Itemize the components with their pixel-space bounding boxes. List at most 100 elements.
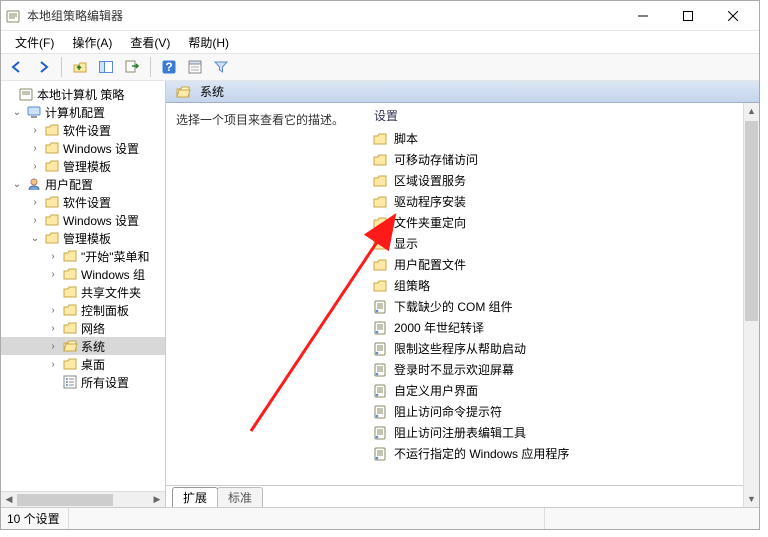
user-icon [26,176,42,192]
policy-setting-icon [372,404,388,420]
settings-column-header[interactable]: 设置 [366,103,759,128]
gpedit-app-icon [5,8,21,24]
expander-open-icon[interactable]: ⌄ [11,179,23,190]
scroll-thumb[interactable] [745,121,758,321]
menu-help[interactable]: 帮助(H) [180,32,237,53]
list-item-folder[interactable]: 脚本 [366,128,759,149]
expander-open-icon[interactable]: ⌄ [29,233,41,244]
close-button[interactable] [710,2,755,30]
details-header-title: 系统 [200,83,224,100]
scroll-left-icon[interactable]: ◀ [1,494,17,505]
back-button[interactable] [5,55,29,79]
menu-file[interactable]: 文件(F) [7,32,62,53]
scroll-track[interactable] [17,493,149,507]
filter-button[interactable] [209,55,233,79]
expander-closed-icon[interactable]: › [47,359,59,370]
scroll-right-icon[interactable]: ▶ [149,494,165,505]
list-vertical-scrollbar[interactable]: ▲ ▼ [743,103,759,507]
tree-label: 共享文件夹 [81,284,141,301]
folder-icon [62,248,78,264]
tree-control-panel[interactable]: › 控制面板 [1,301,165,319]
tree-user-config[interactable]: ⌄ 用户配置 [1,175,165,193]
expander-closed-icon[interactable]: › [29,143,41,154]
list-item-policy[interactable]: 不运行指定的 Windows 应用程序 [366,443,759,464]
up-level-button[interactable] [68,55,92,79]
properties-button[interactable] [183,55,207,79]
menubar: 文件(F) 操作(A) 查看(V) 帮助(H) [1,31,759,53]
expander-closed-icon[interactable]: › [47,341,59,352]
list-item-label: 脚本 [394,130,418,147]
list-item-policy[interactable]: 限制这些程序从帮助启动 [366,338,759,359]
expander-closed-icon[interactable]: › [29,197,41,208]
folder-icon [372,173,388,189]
tree-label: 控制面板 [81,302,129,319]
tree-cc-templates[interactable]: › 管理模板 [1,157,165,175]
list-item-label: 组策略 [394,277,430,294]
folder-icon [372,257,388,273]
tree-start-menu[interactable]: › "开始"菜单和 [1,247,165,265]
expander-closed-icon[interactable]: › [29,161,41,172]
expander-open-icon[interactable]: ⌄ [11,107,23,118]
export-list-button[interactable] [120,55,144,79]
list-item-folder[interactable]: 可移动存储访问 [366,149,759,170]
tree-all-settings[interactable]: 所有设置 [1,373,165,391]
expander-closed-icon[interactable]: › [29,215,41,226]
forward-button[interactable] [31,55,55,79]
tree-windows-components[interactable]: › Windows 组 [1,265,165,283]
tree-desktop[interactable]: › 桌面 [1,355,165,373]
list-item-folder[interactable]: 文件夹重定向 [366,212,759,233]
list-item-policy[interactable]: 阻止访问命令提示符 [366,401,759,422]
folder-icon [372,215,388,231]
window-title: 本地组策略编辑器 [27,7,620,24]
settings-list[interactable]: 设置 脚本可移动存储访问区域设置服务驱动程序安装文件夹重定向显示用户配置文件组策… [366,103,759,485]
tree-uc-windows[interactable]: › Windows 设置 [1,211,165,229]
tree-system[interactable]: › 系统 [1,337,165,355]
list-item-folder[interactable]: 显示 [366,233,759,254]
list-item-label: 不运行指定的 Windows 应用程序 [394,445,569,462]
list-item-policy[interactable]: 登录时不显示欢迎屏幕 [366,359,759,380]
menu-view[interactable]: 查看(V) [122,32,178,53]
list-item-label: 阻止访问注册表编辑工具 [394,424,526,441]
list-item-folder[interactable]: 驱动程序安装 [366,191,759,212]
scroll-up-icon[interactable]: ▲ [744,103,759,119]
scroll-down-icon[interactable]: ▼ [744,491,759,507]
titlebar: 本地组策略编辑器 [1,1,759,31]
help-button[interactable]: ? [157,55,181,79]
minimize-button[interactable] [620,2,665,30]
folder-icon [62,266,78,282]
expander-closed-icon[interactable]: › [47,305,59,316]
tree-uc-templates[interactable]: ⌄ 管理模板 [1,229,165,247]
tree-cc-software[interactable]: › 软件设置 [1,121,165,139]
scroll-thumb[interactable] [17,494,113,506]
tab-standard[interactable]: 标准 [217,487,263,507]
tree-shared-folders[interactable]: 共享文件夹 [1,283,165,301]
tree-horizontal-scrollbar[interactable]: ◀ ▶ [1,491,165,507]
show-hide-tree-button[interactable] [94,55,118,79]
expander-closed-icon[interactable]: › [47,323,59,334]
list-item-policy[interactable]: 2000 年世纪转译 [366,317,759,338]
tree-label: 本地计算机 策略 [37,86,124,103]
tree-label: 网络 [81,320,105,337]
console-tree[interactable]: 本地计算机 策略 ⌄ 计算机配置 › 软件设置 › Windows 设置 [1,81,165,491]
tree-cc-windows[interactable]: › Windows 设置 [1,139,165,157]
expander-closed-icon[interactable]: › [47,269,59,280]
menu-action[interactable]: 操作(A) [64,32,120,53]
description-prompt: 选择一个项目来查看它的描述。 [176,113,344,127]
tree-network[interactable]: › 网络 [1,319,165,337]
list-item-folder[interactable]: 区域设置服务 [366,170,759,191]
tree-computer-config[interactable]: ⌄ 计算机配置 [1,103,165,121]
list-item-policy[interactable]: 阻止访问注册表编辑工具 [366,422,759,443]
folder-icon [44,230,60,246]
tree-uc-software[interactable]: › 软件设置 [1,193,165,211]
tab-extended[interactable]: 扩展 [172,487,218,507]
folder-icon [372,278,388,294]
tree-root[interactable]: 本地计算机 策略 [1,85,165,103]
tree-label: 软件设置 [63,122,111,139]
list-item-policy[interactable]: 自定义用户界面 [366,380,759,401]
maximize-button[interactable] [665,2,710,30]
list-item-policy[interactable]: 下载缺少的 COM 组件 [366,296,759,317]
expander-closed-icon[interactable]: › [47,251,59,262]
list-item-folder[interactable]: 用户配置文件 [366,254,759,275]
list-item-folder[interactable]: 组策略 [366,275,759,296]
expander-closed-icon[interactable]: › [29,125,41,136]
